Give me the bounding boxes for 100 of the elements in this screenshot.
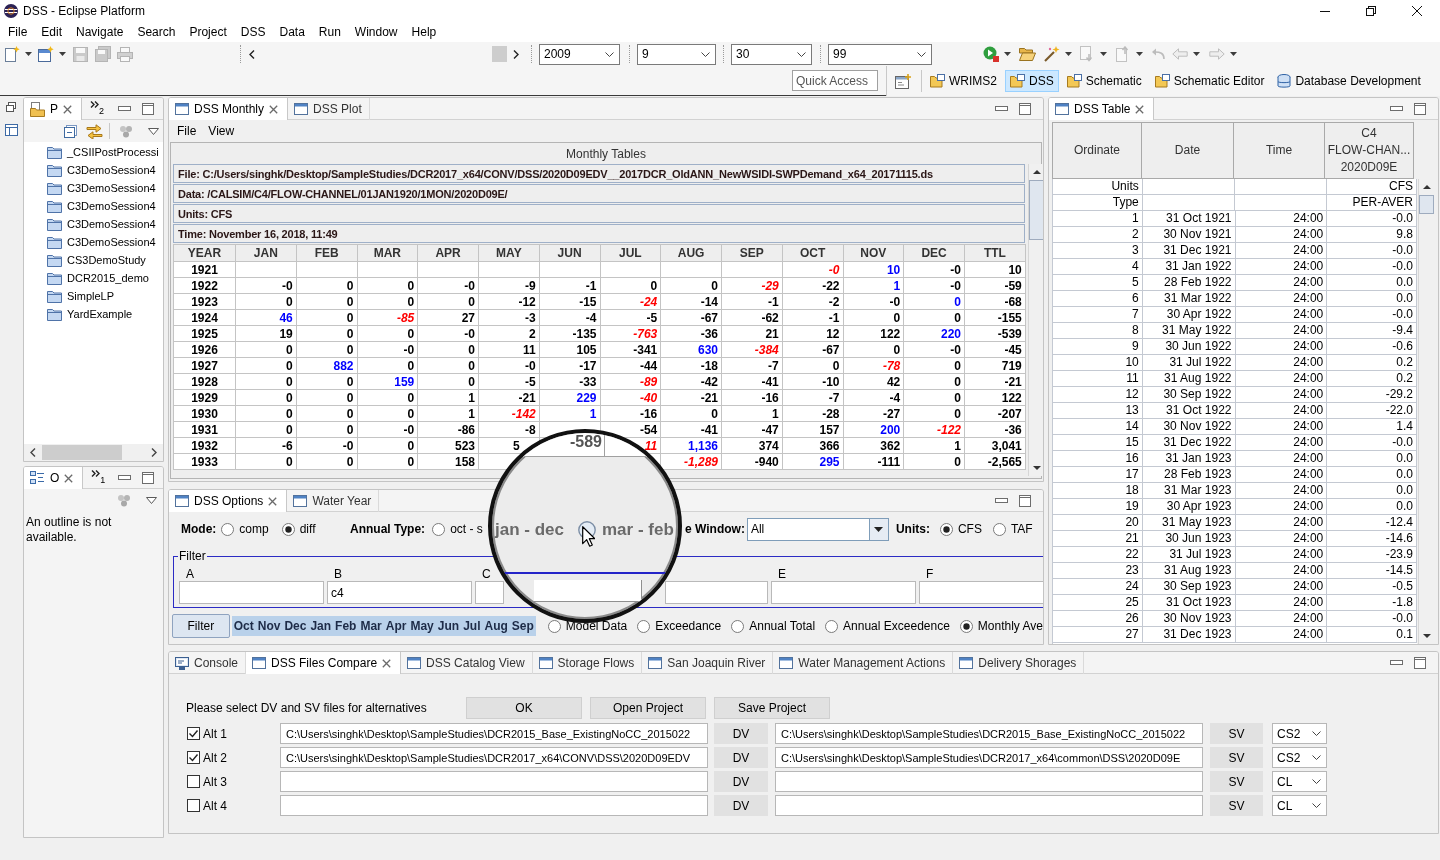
overflow-button[interactable]: 1 <box>91 470 106 485</box>
dropdown[interactable]: CL <box>1272 795 1327 816</box>
view-tab[interactable]: DSS Catalog View <box>401 652 533 674</box>
month-toggle[interactable]: Jan <box>308 616 334 636</box>
tree-item[interactable]: C3DemoSession4 <box>24 197 163 215</box>
chevron-left-icon[interactable] <box>30 448 36 457</box>
chevron-left-icon[interactable] <box>249 49 255 59</box>
maximize-icon[interactable] <box>142 471 154 484</box>
chevron-down-icon[interactable] <box>797 51 806 57</box>
tree-item[interactable]: SimpleLP <box>24 287 163 305</box>
dropdown[interactable]: CS2 <box>1272 723 1327 744</box>
menu-item[interactable]: DSS <box>233 22 273 42</box>
month-toggle[interactable]: Nov <box>255 616 283 636</box>
minimize-icon[interactable] <box>1320 10 1330 12</box>
radio-option[interactable]: Annual Exceedence <box>825 619 950 633</box>
path-field[interactable] <box>775 795 1203 816</box>
path-field[interactable] <box>280 795 708 816</box>
view-tab[interactable]: Storage Flows <box>532 652 643 674</box>
radio-option[interactable]: TAF <box>992 522 1033 536</box>
tree-item[interactable]: DCR2015_demo <box>24 269 163 287</box>
dropdown[interactable]: 99 <box>828 43 932 65</box>
path-field[interactable]: C:\Users\singhk\Desktop\SampleStudies\DCR2015_Base_ExistingNoCC_2015022 <box>280 723 708 744</box>
path-field[interactable]: C:\Users\singhk\Desktop\SampleStudies\DCR2017_x64\CONV\DSS\2020D09EDV <box>280 747 708 768</box>
chevron-down-icon[interactable] <box>1312 755 1321 760</box>
month-toggle[interactable]: Aug <box>482 616 510 636</box>
input-field[interactable] <box>534 580 642 602</box>
path-field[interactable]: C:\Users\singhk\Desktop\SampleStudies\DCR2017_x64\common\DSS\2020D09E <box>775 747 1203 768</box>
caret-icon[interactable] <box>59 52 66 56</box>
menu-item[interactable]: Run <box>311 22 348 42</box>
two-arrows-icon[interactable] <box>86 123 103 139</box>
alternative-checkbox[interactable]: Alt 2 <box>186 750 280 765</box>
browse-button[interactable]: SV <box>1210 747 1263 768</box>
tree-item[interactable]: C3DemoSession4 <box>24 215 163 233</box>
tree-item[interactable]: C3DemoSession4 <box>24 161 163 179</box>
action-button[interactable]: OK <box>466 697 582 719</box>
maximize-icon[interactable] <box>142 102 154 115</box>
menu-item[interactable]: View <box>202 121 241 141</box>
filter-field[interactable] <box>179 581 324 604</box>
alternative-checkbox[interactable]: Alt 1 <box>186 726 280 741</box>
maximize-icon[interactable] <box>1414 656 1426 669</box>
view-tab[interactable]: DSS Table <box>1049 98 1155 120</box>
month-toggle[interactable]: Sep <box>509 616 536 636</box>
menu-item[interactable]: Project <box>182 22 234 42</box>
menu-item[interactable]: Data <box>272 22 312 42</box>
filter-field[interactable] <box>665 581 768 604</box>
overflow-button[interactable]: 2 <box>90 101 105 116</box>
dropdown[interactable]: 30 <box>731 43 812 65</box>
maximize-icon[interactable] <box>1019 494 1031 507</box>
dropdown[interactable]: 2009 <box>539 43 620 65</box>
caret-icon[interactable] <box>1004 52 1011 56</box>
view-tab[interactable]: P <box>24 98 82 120</box>
action-button[interactable]: Save Project <box>714 697 830 719</box>
scroll-thumb[interactable] <box>42 445 122 460</box>
play-icon[interactable] <box>983 46 999 62</box>
radio-option[interactable]: CFS <box>939 522 982 536</box>
chevron-down-icon[interactable] <box>1312 731 1321 736</box>
caret-icon[interactable] <box>1065 52 1072 56</box>
perspective-button[interactable]: Schematic <box>1061 70 1147 92</box>
filter-button[interactable]: Filter <box>172 614 230 638</box>
filter-field[interactable] <box>475 581 504 604</box>
menu-item[interactable]: File <box>1 22 35 42</box>
path-field[interactable]: C:\Users\singhk\Desktop\SampleStudies\DCR2015_Base_ExistingNoCC_2015022 <box>775 723 1203 744</box>
triangle-down-icon[interactable] <box>874 526 884 532</box>
perspective-button[interactable]: WRIMS2 <box>925 70 1002 92</box>
maximize-icon[interactable] <box>1414 102 1426 115</box>
view-tab[interactable]: O <box>24 467 84 489</box>
menu-item[interactable]: Help <box>404 22 444 42</box>
alternative-checkbox[interactable]: Alt 4 <box>186 798 280 813</box>
scroll-thumb[interactable] <box>492 46 507 62</box>
view-icon[interactable] <box>4 124 18 136</box>
tree-item[interactable]: CS3DemoStudy <box>24 251 163 269</box>
chevron-down-icon[interactable] <box>701 51 710 57</box>
new-document-icon[interactable] <box>4 46 20 62</box>
view-tab[interactable]: Water Year <box>287 490 380 512</box>
browse-button[interactable]: SV <box>1210 795 1263 816</box>
view-tab[interactable]: Delivery Shorages <box>953 652 1085 674</box>
perspective-button[interactable]: Database Development <box>1272 70 1426 92</box>
view-tab[interactable]: DSS Monthly <box>169 98 289 120</box>
radio-option[interactable]: Exceedance <box>637 619 722 633</box>
month-toggle[interactable]: Mar <box>358 616 384 636</box>
open-perspective-icon[interactable] <box>895 73 911 89</box>
chevron-right-icon[interactable] <box>513 49 519 59</box>
dropdown[interactable]: 9 <box>637 43 716 65</box>
view-menu-icon[interactable] <box>146 496 157 504</box>
collapse-all-icon[interactable] <box>64 124 77 138</box>
browse-button[interactable]: SV <box>1210 723 1263 744</box>
view-tab[interactable]: DSS Files Compare <box>246 652 402 674</box>
scroll-thumb[interactable] <box>1419 195 1434 214</box>
chevron-right-icon[interactable] <box>151 448 157 457</box>
tree-item[interactable]: _CSIIPostProcessi <box>24 143 163 161</box>
menu-item[interactable]: Navigate <box>69 22 131 42</box>
filter-field[interactable] <box>919 581 1043 604</box>
month-toggle[interactable]: May <box>408 616 436 636</box>
wand-icon[interactable] <box>1044 46 1060 62</box>
browse-button[interactable]: DV <box>714 747 768 768</box>
alternative-checkbox[interactable]: Alt 3 <box>186 774 280 789</box>
chevron-down-icon[interactable] <box>605 51 614 57</box>
scroll-thumb[interactable] <box>1029 180 1043 240</box>
tree-item[interactable]: C3DemoSession4 <box>24 233 163 251</box>
restore-icon[interactable] <box>6 102 16 112</box>
